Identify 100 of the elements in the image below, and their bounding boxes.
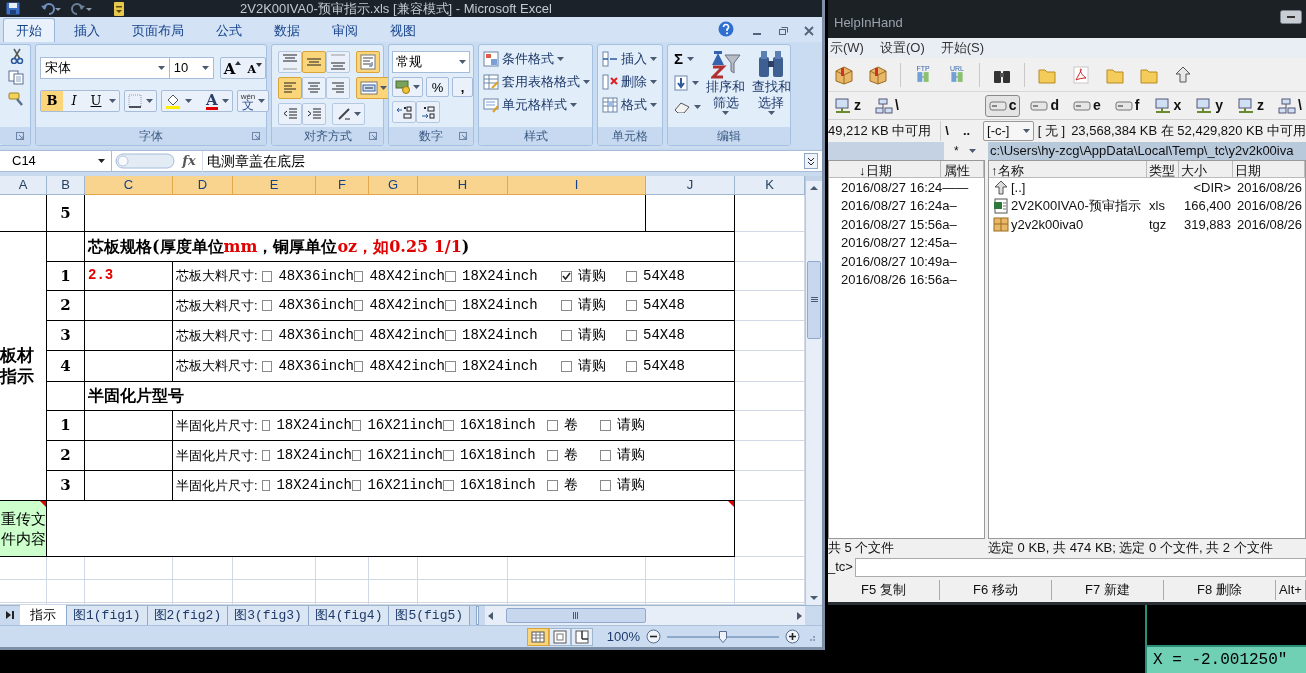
- sheet-tab[interactable]: 图1(fig1): [67, 606, 148, 625]
- column-header[interactable]: ↓日期: [829, 161, 941, 177]
- format-painter-icon[interactable]: [8, 91, 24, 107]
- sort-filter-button[interactable]: 排序和筛选: [705, 49, 747, 127]
- ribbon-tab[interactable]: 数据: [261, 18, 313, 42]
- copy-icon[interactable]: [8, 70, 24, 85]
- column-header[interactable]: 大小: [1179, 161, 1233, 177]
- sheet-tab[interactable]: 图3(fig3): [228, 606, 309, 625]
- right-button[interactable]: [326, 77, 350, 99]
- checkbox[interactable]: [445, 300, 456, 311]
- checkbox[interactable]: [600, 480, 611, 491]
- break-view-button[interactable]: [570, 627, 593, 646]
- column-header[interactable]: I: [508, 176, 646, 195]
- menu-item[interactable]: 开始(S): [940, 38, 985, 58]
- save-icon[interactable]: [6, 2, 20, 15]
- checkbox[interactable]: [547, 420, 558, 431]
- horizontal-scrollbar[interactable]: [485, 606, 805, 625]
- checkbox[interactable]: [547, 450, 558, 461]
- drive-button[interactable]: x: [1149, 94, 1186, 117]
- root-dir-button[interactable]: \: [945, 121, 949, 141]
- checkbox[interactable]: [626, 300, 637, 311]
- middle-button[interactable]: [302, 51, 326, 73]
- column-header[interactable]: 类型: [1147, 161, 1179, 177]
- fill-button[interactable]: [674, 73, 701, 93]
- help-icon[interactable]: [718, 21, 734, 37]
- redo-icon[interactable]: [70, 2, 92, 15]
- minimize-icon[interactable]: [1280, 10, 1302, 24]
- slider-thumb[interactable]: [719, 630, 727, 643]
- drive-button[interactable]: f: [1110, 94, 1144, 117]
- decrease-decimal-button[interactable]: [416, 101, 440, 123]
- drive-button[interactable]: z: [830, 94, 865, 117]
- scroll-thumb[interactable]: [506, 608, 647, 623]
- checkbox[interactable]: [262, 360, 273, 372]
- checkbox[interactable]: [626, 360, 637, 372]
- expand-icon[interactable]: [804, 153, 818, 169]
- increase-decimal-button[interactable]: [392, 101, 416, 123]
- zoom-in-icon[interactable]: [785, 629, 800, 644]
- function-button[interactable]: fx: [176, 151, 202, 171]
- dialog-launcher-icon[interactable]: [252, 132, 260, 140]
- font-field[interactable]: 宋体: [40, 57, 170, 79]
- sheet-tab[interactable]: 图5(fig5): [389, 606, 471, 625]
- sheet-tab[interactable]: 指示: [20, 605, 67, 625]
- checkbox[interactable]: [262, 480, 271, 491]
- column-header[interactable]: H: [418, 176, 508, 195]
- checkbox[interactable]: [443, 480, 454, 491]
- drive-button[interactable]: c: [984, 94, 1021, 117]
- borders-button[interactable]: [124, 90, 157, 112]
- conditional-format-button[interactable]: 条件格式: [483, 49, 592, 69]
- drive-button[interactable]: y: [1191, 94, 1228, 117]
- close-icon[interactable]: [804, 26, 814, 36]
- column-header[interactable]: E: [233, 176, 316, 195]
- column-header[interactable]: D: [173, 176, 233, 195]
- parent-dir-button[interactable]: ..: [962, 121, 971, 141]
- number-format-field[interactable]: 常规: [392, 51, 470, 73]
- menu-item[interactable]: 示(W): [830, 38, 864, 58]
- function-key-button[interactable]: F6 移动: [940, 580, 1052, 600]
- function-key-button[interactable]: F7 新建: [1052, 580, 1164, 600]
- checkbox[interactable]: [561, 360, 572, 372]
- dialog-launcher-icon[interactable]: [369, 132, 377, 140]
- drive-button[interactable]: \: [1274, 94, 1306, 117]
- function-key-button[interactable]: Alt+: [1276, 580, 1306, 600]
- restore-icon[interactable]: [778, 26, 788, 36]
- checkbox[interactable]: [547, 480, 558, 491]
- grow-font-button[interactable]: A: [220, 58, 245, 78]
- file-name[interactable]: 2V2K00IVA0-预审指示: [1011, 196, 1141, 216]
- fill-color-button[interactable]: A: [161, 90, 233, 112]
- checkbox[interactable]: [352, 420, 362, 431]
- function-key-button[interactable]: F8 删除: [1164, 580, 1276, 600]
- comma-button[interactable]: ,: [451, 77, 473, 97]
- checkbox[interactable]: [262, 330, 273, 341]
- function-key-button[interactable]: F5 复制: [828, 580, 940, 600]
- checkbox[interactable]: [600, 420, 611, 431]
- undo-icon[interactable]: [40, 2, 62, 15]
- checkbox[interactable]: [445, 360, 456, 372]
- checkbox[interactable]: [262, 450, 271, 461]
- wrap-button[interactable]: [356, 51, 380, 73]
- sum-button[interactable]: Σ: [674, 49, 701, 69]
- style-button[interactable]: B: [41, 91, 63, 111]
- column-header[interactable]: ↑名称: [989, 161, 1147, 177]
- checkbox[interactable]: [600, 450, 611, 461]
- checkbox[interactable]: [354, 360, 364, 372]
- checkbox[interactable]: [443, 420, 454, 431]
- file-name[interactable]: y2v2k00iva0: [1011, 214, 1084, 234]
- orientation-button[interactable]: [332, 103, 365, 125]
- column-header[interactable]: C: [85, 176, 173, 195]
- checkbox[interactable]: [445, 270, 456, 282]
- scroll-thumb[interactable]: [807, 261, 821, 339]
- left-button[interactable]: [278, 77, 302, 99]
- checkbox[interactable]: [354, 330, 364, 341]
- size-field[interactable]: 10: [169, 57, 214, 79]
- checkbox[interactable]: [352, 480, 362, 491]
- bottom-button[interactable]: [326, 51, 350, 73]
- drive-dropdown[interactable]: [-c-]: [983, 121, 1034, 141]
- checkbox[interactable]: [352, 450, 362, 461]
- checkbox[interactable]: [354, 300, 364, 311]
- customize-icon[interactable]: [114, 1, 124, 16]
- currency-button[interactable]: [392, 77, 423, 97]
- column-header[interactable]: 日期: [1233, 161, 1305, 177]
- name-box[interactable]: C14: [0, 151, 112, 171]
- column-header[interactable]: B: [47, 176, 85, 195]
